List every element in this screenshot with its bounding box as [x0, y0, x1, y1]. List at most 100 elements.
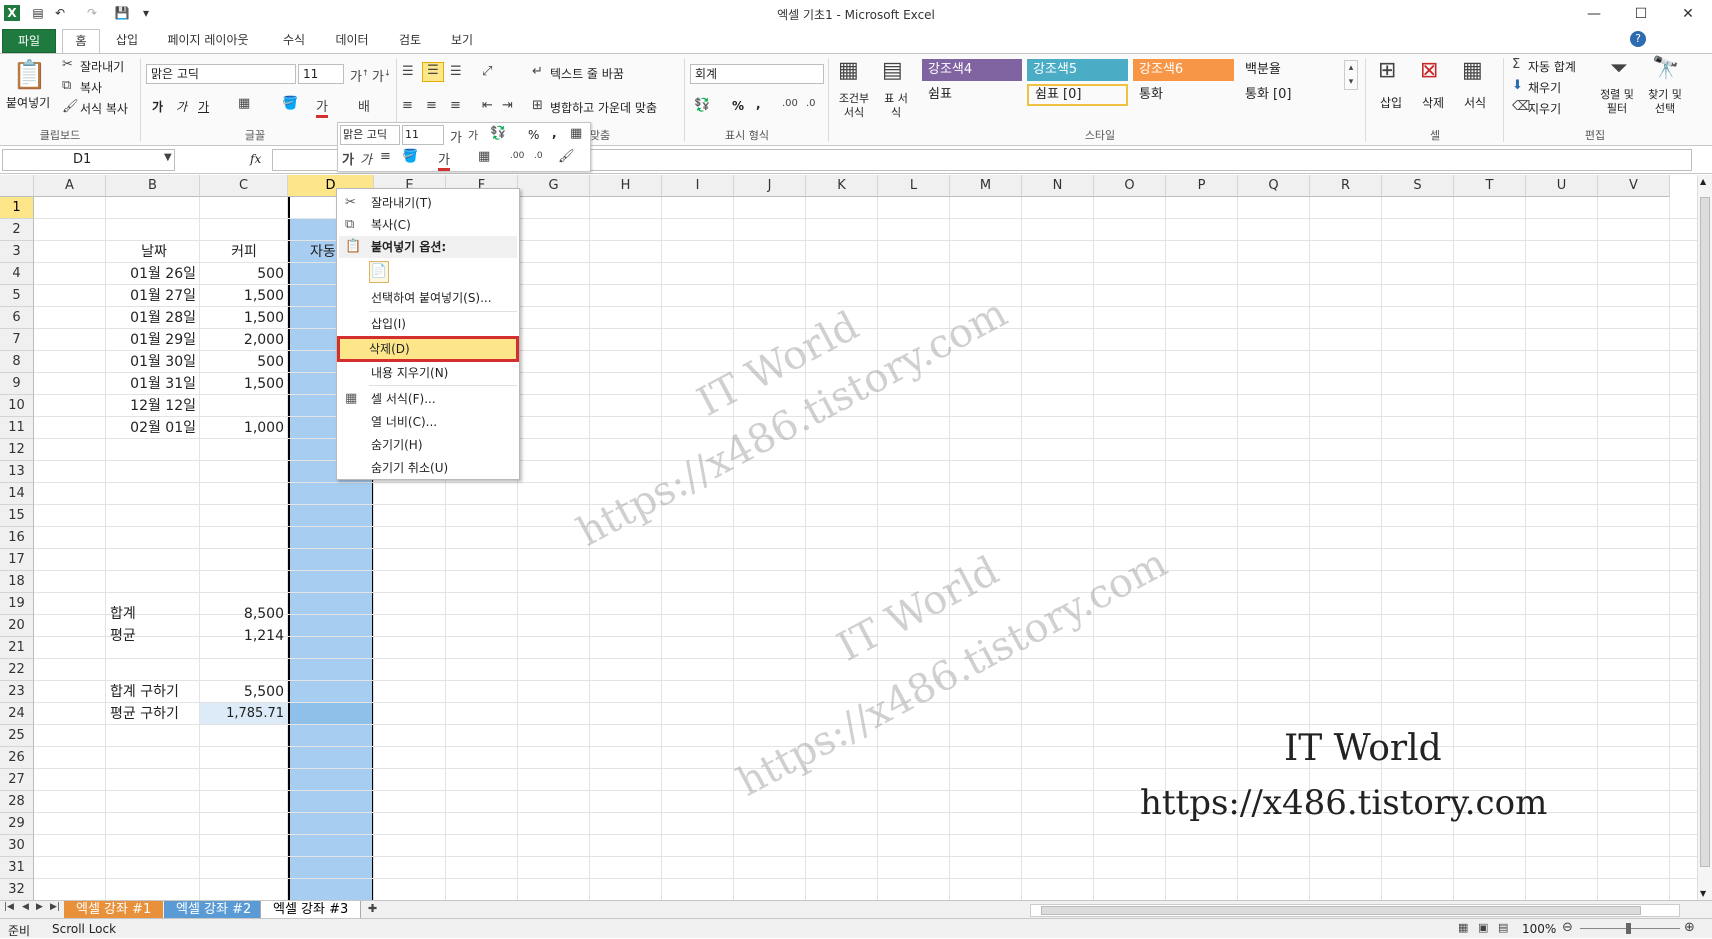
coffee-cell[interactable]: 500 — [200, 263, 288, 285]
zoom-in-icon[interactable]: ⊕ — [1684, 920, 1695, 935]
row-header-19[interactable]: 19 — [0, 593, 34, 615]
last-sheet-icon[interactable]: ▶| — [50, 902, 60, 912]
date-cell[interactable]: 01월 29일 — [108, 329, 200, 351]
insert-cells-button[interactable]: 삽입 — [1380, 94, 1402, 111]
row-header-22[interactable]: 22 — [0, 659, 34, 681]
merge-center-button[interactable]: 병합하고 가운데 맞춤 — [550, 99, 657, 116]
date-cell[interactable]: 12월 12일 — [108, 395, 200, 417]
column-header-l[interactable]: L — [878, 175, 950, 197]
phonetic-icon[interactable]: 배 — [358, 96, 370, 115]
first-sheet-icon[interactable]: |◀ — [4, 902, 14, 912]
date-cell[interactable]: 01월 30일 — [108, 351, 200, 373]
align-left-icon[interactable]: ≡ — [402, 98, 413, 113]
paste-icon[interactable]: 📋 — [12, 58, 47, 92]
column-header-p[interactable]: P — [1166, 175, 1238, 197]
mini-grow-font-icon[interactable]: 가 — [450, 127, 462, 146]
column-header-n[interactable]: N — [1022, 175, 1094, 197]
vertical-scroll-thumb[interactable] — [1700, 197, 1710, 867]
column-header-a[interactable]: A — [34, 175, 106, 197]
row-header-7[interactable]: 7 — [0, 329, 34, 351]
style-accent4[interactable]: 강조색4 — [922, 59, 1022, 81]
worksheet-grid[interactable]: ABCDEFGHIJKLMNOPQRSTUV 1 2 3 4 5 6 7 8 9 10 11 12 13… — [0, 175, 1697, 900]
row-header-31[interactable]: 31 — [0, 857, 34, 879]
date-cell[interactable]: 01월 26일 — [108, 263, 200, 285]
row-header-15[interactable]: 15 — [0, 505, 34, 527]
decrease-indent-icon[interactable]: ⇤ — [482, 98, 493, 113]
format-as-table-button[interactable]: 표 서식 — [880, 92, 912, 120]
style-accent5[interactable]: 강조색5 — [1027, 59, 1128, 81]
sum-label[interactable]: 합계 — [110, 603, 136, 625]
tab-home[interactable]: 홈 — [62, 29, 100, 53]
cut-button[interactable]: 잘라내기 — [80, 58, 124, 75]
fill-button[interactable]: 채우기 — [1528, 79, 1561, 96]
column-header-o[interactable]: O — [1094, 175, 1166, 197]
tab-review[interactable]: 검토 — [388, 29, 432, 53]
row-header-25[interactable]: 25 — [0, 725, 34, 747]
avg-label[interactable]: 평균 — [110, 625, 136, 647]
row-header-6[interactable]: 6 — [0, 307, 34, 329]
column-header-b[interactable]: B — [106, 175, 200, 197]
row-header-24[interactable]: 24 — [0, 703, 34, 725]
mini-fill-icon[interactable]: 🪣 — [402, 149, 418, 164]
date-cell[interactable]: 02월 01일 — [108, 417, 200, 439]
select-all-corner[interactable] — [0, 175, 34, 197]
align-top-icon[interactable]: ☰ — [402, 64, 414, 79]
column-header-g[interactable]: G — [518, 175, 590, 197]
copy-button[interactable]: 복사 — [80, 79, 102, 96]
mini-bold-icon[interactable]: 가 — [342, 149, 354, 168]
coffee-cell[interactable]: 500 — [200, 351, 288, 373]
date-cell[interactable]: 01월 28일 — [108, 307, 200, 329]
align-middle-icon[interactable]: ☰ — [422, 62, 444, 82]
mini-format-painter-icon[interactable]: 🖌 — [558, 149, 575, 164]
row-header-21[interactable]: 21 — [0, 637, 34, 659]
coffee-cell[interactable]: 1,500 — [200, 285, 288, 307]
style-currency[interactable]: 통화 — [1133, 84, 1234, 106]
column-header-j[interactable]: J — [734, 175, 806, 197]
coffee-cell[interactable]: 1,500 — [200, 373, 288, 395]
vertical-scrollbar-track[interactable]: ▲ ▼ — [1697, 175, 1712, 900]
insert-function-button[interactable]: fx — [250, 152, 261, 166]
row-header-5[interactable]: 5 — [0, 285, 34, 307]
row-header-32[interactable]: 32 — [0, 879, 34, 900]
align-center-icon[interactable]: ≡ — [426, 98, 437, 113]
delete-cells-button[interactable]: 삭제 — [1422, 94, 1444, 111]
mini-italic-icon[interactable]: 가 — [360, 149, 372, 168]
row-header-14[interactable]: 14 — [0, 483, 34, 505]
mini-borders-icon[interactable]: ▦ — [478, 149, 490, 164]
mini-size-select[interactable]: 11 — [402, 125, 444, 145]
row-header-8[interactable]: 8 — [0, 351, 34, 373]
zoom-slider-thumb[interactable] — [1626, 923, 1631, 934]
date-cell[interactable]: 01월 31일 — [108, 373, 200, 395]
row-header-12[interactable]: 12 — [0, 439, 34, 461]
menu-column-width[interactable]: 열 너비(C)... — [339, 411, 517, 433]
borders-icon[interactable]: ▦ — [238, 96, 250, 111]
row-header-16[interactable]: 16 — [0, 527, 34, 549]
coffee-cell[interactable] — [200, 395, 288, 417]
menu-paste-special[interactable]: 선택하여 붙여넣기(S)... — [339, 287, 517, 309]
fill-color-icon[interactable]: 🪣 — [282, 96, 298, 111]
row-header-10[interactable]: 10 — [0, 395, 34, 417]
font-color-icon[interactable]: 가 — [316, 96, 328, 118]
sum-value[interactable]: 8,500 — [200, 603, 288, 625]
paste-option-button[interactable]: 📄 — [369, 261, 389, 283]
column-header-i[interactable]: I — [662, 175, 734, 197]
menu-clear-contents[interactable]: 내용 지우기(N) — [339, 362, 517, 384]
coffee-cell[interactable]: 1,000 — [200, 417, 288, 439]
underline-button[interactable]: 가 — [198, 98, 209, 115]
row-header-4[interactable]: 4 — [0, 263, 34, 285]
header-date[interactable]: 날짜 — [108, 241, 200, 263]
tab-insert[interactable]: 삽입 — [106, 29, 148, 53]
orientation-icon[interactable]: ⤢ — [482, 64, 492, 79]
mini-align-icon[interactable]: ≡ — [380, 149, 391, 164]
row-header-17[interactable]: 17 — [0, 549, 34, 571]
horizontal-scrollbar[interactable] — [1030, 904, 1680, 917]
mini-decrease-decimal-icon[interactable]: .0 — [534, 151, 543, 161]
mini-format-icon[interactable]: ▦ — [570, 126, 582, 141]
horizontal-scroll-thumb[interactable] — [1041, 906, 1641, 915]
sort-filter-button[interactable]: 정렬 및 필터 — [1596, 88, 1638, 116]
tab-formulas[interactable]: 수식 — [272, 29, 316, 53]
menu-delete[interactable]: 삭제(D) — [337, 336, 519, 362]
style-currency0[interactable]: 통화 [0] — [1239, 84, 1339, 106]
styles-scroll-icon[interactable]: ▴ ▾ — [1344, 60, 1358, 90]
menu-format-cells[interactable]: ▦ 셀 서식(F)... — [339, 388, 517, 410]
